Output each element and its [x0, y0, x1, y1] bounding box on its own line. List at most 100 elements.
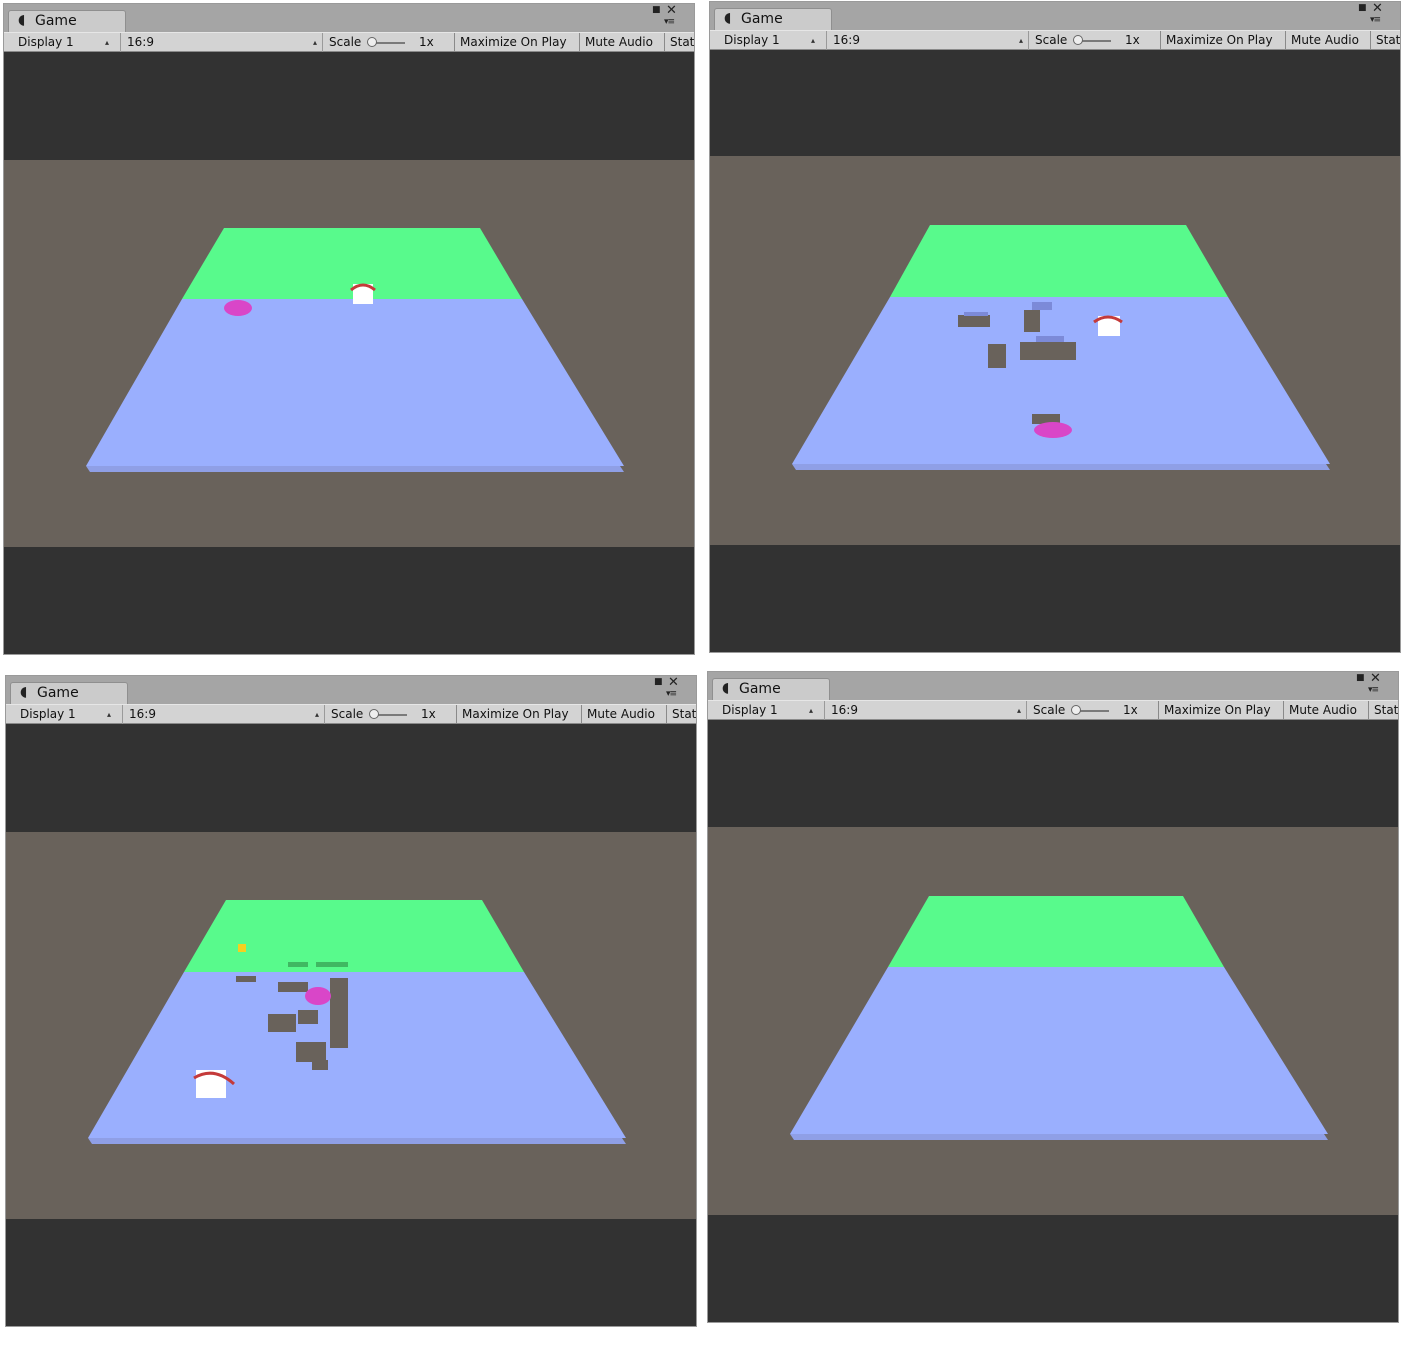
mute-audio-button[interactable]: Mute Audio: [579, 33, 663, 52]
floor-hole: [296, 1042, 326, 1062]
display-select[interactable]: Display 1 ▴: [718, 31, 818, 50]
game-viewport[interactable]: [710, 50, 1400, 652]
floor-hole: [236, 976, 256, 982]
panel-menu-icon[interactable]: ▾≡: [664, 17, 675, 27]
maximize-window-icon[interactable]: ■: [654, 677, 663, 687]
scale-slider-knob[interactable]: [367, 37, 377, 47]
mute-audio-button[interactable]: Mute Audio: [581, 705, 665, 724]
scale-control: Scale 1x: [322, 33, 452, 52]
field-edge: [792, 464, 1330, 470]
maximize-on-play-button[interactable]: Maximize On Play: [1160, 31, 1284, 50]
aspect-select-value: 16:9: [831, 703, 858, 717]
game-toolbar: Display 1 ▴ 16:9 ▴ Scale 1x Maximize On …: [6, 704, 696, 724]
maximize-window-icon[interactable]: ■: [1358, 3, 1367, 13]
scale-label: Scale: [331, 707, 364, 721]
aspect-select[interactable]: 16:9 ▴: [122, 705, 322, 724]
scale-value: 1x: [421, 707, 436, 721]
game-viewport[interactable]: [708, 720, 1398, 1322]
tab-game[interactable]: ◖ Game: [10, 682, 128, 704]
tab-label: Game: [37, 685, 79, 701]
maximize-on-play-button[interactable]: Maximize On Play: [456, 705, 580, 724]
maximize-on-play-button[interactable]: Maximize On Play: [1158, 701, 1282, 720]
select-arrows-icon: ▴: [312, 38, 317, 47]
yellow-cube: [238, 944, 246, 952]
panel-menu-icon[interactable]: ▾≡: [1368, 685, 1379, 695]
close-icon[interactable]: ✕: [1370, 672, 1381, 686]
scale-label: Scale: [1035, 33, 1068, 47]
close-icon[interactable]: ✕: [1372, 2, 1383, 16]
floor-hole: [958, 315, 990, 327]
stats-button[interactable]: Stat: [664, 33, 694, 52]
pacman-icon: ◖: [722, 680, 730, 696]
select-arrows-icon: ▴: [810, 36, 815, 45]
scale-value: 1x: [419, 35, 434, 49]
scale-label: Scale: [1033, 703, 1066, 717]
panel-menu-icon[interactable]: ▾≡: [1370, 15, 1381, 25]
game-toolbar: Display 1 ▴ 16:9 ▴ Scale 1x Maximize On …: [710, 30, 1400, 50]
mute-audio-button[interactable]: Mute Audio: [1285, 31, 1369, 50]
green-block: [316, 962, 348, 967]
display-select[interactable]: Display 1 ▴: [716, 701, 816, 720]
tab-game[interactable]: ◖ Game: [712, 678, 830, 700]
stats-button[interactable]: Stat: [666, 705, 696, 724]
field-edge: [88, 1138, 626, 1144]
aspect-select[interactable]: 16:9 ▴: [826, 31, 1026, 50]
select-arrows-icon: ▴: [314, 710, 319, 719]
floor-hole: [1024, 310, 1040, 332]
select-arrows-icon: ▴: [808, 706, 813, 715]
tab-game[interactable]: ◖ Game: [8, 10, 126, 32]
floor-hole: [330, 978, 348, 1048]
maximize-window-icon[interactable]: ■: [652, 5, 661, 15]
pink-disc: [1034, 422, 1072, 438]
scale-control: Scale 1x: [324, 705, 454, 724]
close-icon[interactable]: ✕: [668, 676, 679, 690]
scene-render: [708, 827, 1398, 1215]
game-viewport[interactable]: [6, 724, 696, 1326]
tab-strip: ◖ Game ■ ✕ ▾≡: [4, 4, 694, 32]
aspect-select[interactable]: 16:9 ▴: [120, 33, 320, 52]
display-select-value: Display 1: [722, 703, 778, 717]
scale-control: Scale 1x: [1026, 701, 1156, 720]
floor-hole: [988, 344, 1006, 368]
green-block: [288, 962, 308, 967]
display-select[interactable]: Display 1 ▴: [12, 33, 112, 52]
pink-disc: [305, 987, 331, 1005]
stats-button[interactable]: Stat: [1370, 31, 1400, 50]
floor-hole: [278, 982, 308, 992]
scene-render: [710, 156, 1400, 545]
scale-slider-knob[interactable]: [1073, 35, 1083, 45]
tab-label: Game: [739, 681, 781, 697]
tab-game[interactable]: ◖ Game: [714, 8, 832, 30]
maximize-on-play-button[interactable]: Maximize On Play: [454, 33, 578, 52]
scale-control: Scale 1x: [1028, 31, 1158, 50]
window-controls: ■ ✕ ▾≡: [652, 4, 686, 31]
close-icon[interactable]: ✕: [666, 4, 677, 18]
game-view-panel-4: ◖ Game ■ ✕ ▾≡ Display 1 ▴ 16:9 ▴ Scale 1…: [708, 672, 1398, 1322]
aspect-select-value: 16:9: [833, 33, 860, 47]
game-view-panel-1: ◖ Game ■ ✕ ▾≡ Display 1 ▴ 16:9 ▴ Scale 1…: [4, 4, 694, 654]
window-controls: ■ ✕ ▾≡: [654, 676, 688, 703]
floor-hole: [268, 1014, 296, 1032]
mute-audio-button[interactable]: Mute Audio: [1283, 701, 1367, 720]
game-toolbar: Display 1 ▴ 16:9 ▴ Scale 1x Maximize On …: [4, 32, 694, 52]
scale-value: 1x: [1125, 33, 1140, 47]
panel-menu-icon[interactable]: ▾≡: [666, 689, 677, 699]
scale-slider-knob[interactable]: [1071, 705, 1081, 715]
aspect-select-value: 16:9: [127, 35, 154, 49]
pacman-icon: ◖: [20, 684, 28, 700]
display-select[interactable]: Display 1 ▴: [14, 705, 114, 724]
maximize-window-icon[interactable]: ■: [1356, 673, 1365, 683]
floor-hole: [298, 1010, 318, 1024]
window-controls: ■ ✕ ▾≡: [1358, 2, 1392, 29]
hole-rim: [1036, 336, 1064, 342]
scene-render: [4, 160, 694, 547]
field-edge: [790, 1134, 1328, 1140]
aspect-select[interactable]: 16:9 ▴: [824, 701, 1024, 720]
select-arrows-icon: ▴: [104, 38, 109, 47]
display-select-value: Display 1: [20, 707, 76, 721]
game-viewport[interactable]: [4, 52, 694, 654]
scale-slider-knob[interactable]: [369, 709, 379, 719]
scale-label: Scale: [329, 35, 362, 49]
aspect-select-value: 16:9: [129, 707, 156, 721]
stats-button[interactable]: Stat: [1368, 701, 1398, 720]
